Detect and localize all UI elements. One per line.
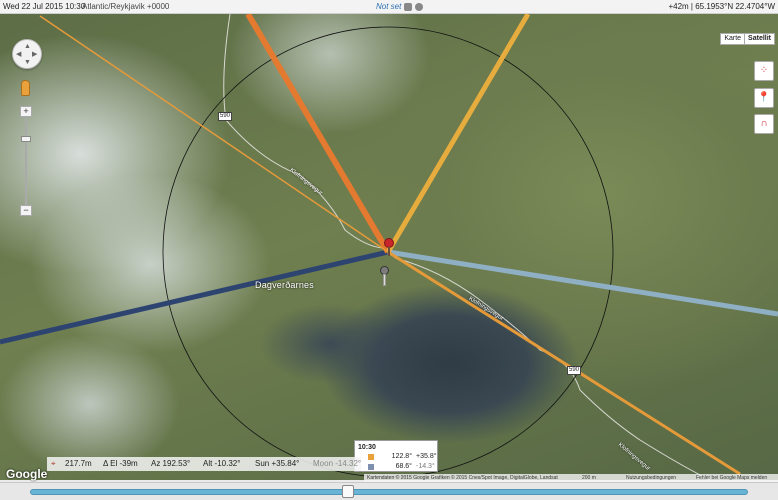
time-slider-handle[interactable]: [342, 485, 354, 498]
popup-time: 10:30: [358, 444, 376, 451]
ruler-icon: ⌖: [51, 459, 56, 468]
zoom-control: + −: [20, 106, 32, 216]
sun-direction-line: [385, 14, 531, 254]
camera-icon[interactable]: [415, 3, 423, 11]
time-slider: [0, 482, 778, 500]
pan-up-icon[interactable]: ▲: [24, 43, 31, 50]
sun-swatch-icon: [368, 454, 374, 460]
popup-row-sun: 122.8° +35.8°: [358, 452, 437, 462]
report-link[interactable]: Fehler bei Google Maps melden: [696, 474, 767, 482]
magnet-icon: ∩: [760, 118, 768, 129]
map-attribution: Kartendaten © 2015 Google Grafiken © 201…: [364, 474, 778, 482]
terms-link[interactable]: Nutzungsbedingungen: [626, 474, 676, 482]
location-status[interactable]: Not set: [376, 0, 401, 14]
magnet-button[interactable]: ∩: [754, 114, 774, 134]
markers-icon: ⁘: [759, 65, 769, 76]
moon-value: Moon -14.32°: [313, 459, 362, 468]
moon-swatch-icon: [368, 464, 374, 470]
road-south: [394, 257, 711, 480]
sunset-direction-line: [387, 250, 741, 476]
map-type-control: Karte Satellit: [720, 33, 775, 45]
road-shield: 590: [567, 366, 582, 375]
road-shield: 590: [218, 112, 233, 121]
moon-azimuth: 68.6°: [395, 463, 412, 470]
popup-row-moon: 68.6° -14.3°: [358, 462, 435, 472]
sun-azimuth: 122.8°: [391, 453, 412, 460]
elevation-value: Δ El -39m: [103, 459, 138, 468]
azimuth-value: Az 192.53°: [151, 459, 191, 468]
zoom-in-button[interactable]: +: [20, 106, 32, 117]
top-bar: Wed 22 Jul 2015 10:30 Atlantic/Reykjavik…: [0, 0, 778, 14]
pegman-icon[interactable]: [21, 80, 30, 96]
zoom-track[interactable]: [25, 118, 27, 206]
satellite-map[interactable]: Dagverðarnes 590 590 Klofningsvegur Klof…: [0, 14, 778, 480]
zoom-out-button[interactable]: −: [20, 205, 32, 216]
map-type-map[interactable]: Karte: [721, 34, 744, 44]
google-logo: Google: [6, 467, 48, 481]
measurement-strip: ⌖ 217.7m Δ El -39m Az 192.53° Alt -10.32…: [47, 457, 361, 471]
sunrise-direction-line: [245, 14, 391, 254]
time-slider-track[interactable]: [30, 489, 748, 495]
info-popup: 10:30 122.8° +35.8° 68.6° -14.3°: [354, 440, 438, 472]
moonrise-direction-line: [387, 249, 778, 317]
moon-altitude: -14.3°: [416, 463, 435, 470]
sun-value: Sun +35.84°: [255, 459, 300, 468]
distance-value: 217.7m: [65, 459, 92, 468]
pan-control[interactable]: ▲ ▼ ◀ ▶: [12, 39, 42, 69]
pan-left-icon[interactable]: ◀: [16, 51, 21, 58]
date-time[interactable]: Wed 22 Jul 2015 10:30: [3, 0, 85, 14]
pan-right-icon[interactable]: ▶: [32, 51, 37, 58]
zoom-slider-handle[interactable]: [21, 136, 31, 142]
lock-icon[interactable]: [404, 3, 412, 11]
secondary-pin-stem: [383, 274, 386, 286]
location-pin-stem: [388, 247, 390, 256]
sun-altitude: +35.8°: [416, 453, 437, 460]
pin-icon: 📍: [757, 92, 771, 103]
pan-down-icon[interactable]: ▼: [24, 59, 31, 66]
timezone: Atlantic/Reykjavik +0000: [82, 2, 170, 11]
map-type-satellite[interactable]: Satellit: [744, 34, 774, 44]
coordinates: +42m | 65.1953°N 22.4704°W: [668, 2, 775, 11]
pin-button[interactable]: 📍: [754, 88, 774, 108]
thin-direction-line: [39, 15, 389, 253]
altitude-value: Alt -10.32°: [203, 459, 241, 468]
place-label: Dagverðarnes: [255, 280, 314, 290]
attribution-text: Kartendaten © 2015 Google Grafiken © 201…: [367, 475, 558, 481]
markers-button[interactable]: ⁘: [754, 61, 774, 81]
scale-label: 200 m: [582, 475, 596, 481]
moon-direction-line: [0, 249, 389, 345]
